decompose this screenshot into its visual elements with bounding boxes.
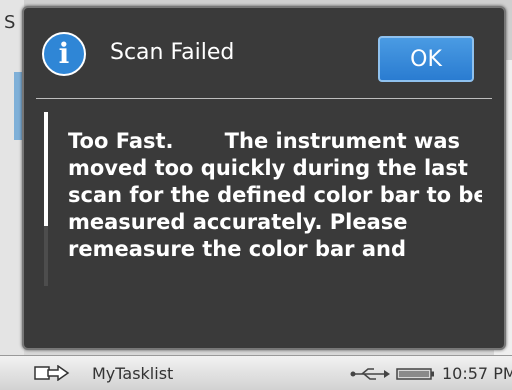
message-line: Too Fast. The instrument was xyxy=(68,129,460,153)
taskbar: MyTasklist 10:57 PM xyxy=(0,355,512,390)
message-scrollbar[interactable] xyxy=(44,112,48,286)
message-line: measured accurately. Please xyxy=(68,210,408,234)
message-line: moved too quickly during the last xyxy=(68,156,468,180)
usb-icon xyxy=(350,368,390,380)
message-line: scan for the defined color bar to be xyxy=(68,183,482,207)
task-label[interactable]: MyTasklist xyxy=(92,364,173,383)
ok-button[interactable]: OK xyxy=(378,36,474,82)
dialog-title: Scan Failed xyxy=(110,40,235,65)
background-left-panel: S xyxy=(0,0,24,355)
message-line: remeasure the color bar and xyxy=(68,237,406,261)
error-message: Too Fast. The instrument was moved too q… xyxy=(68,128,482,296)
info-icon: i xyxy=(42,32,86,76)
switch-arrow-icon[interactable] xyxy=(34,365,70,381)
scrollbar-thumb[interactable] xyxy=(44,112,48,226)
divider xyxy=(36,98,492,99)
scan-failed-dialog: i Scan Failed OK Too Fast. The instrumen… xyxy=(22,6,506,350)
background-label: S xyxy=(4,12,16,33)
clock: 10:57 PM xyxy=(442,364,512,383)
battery-icon xyxy=(396,368,434,380)
